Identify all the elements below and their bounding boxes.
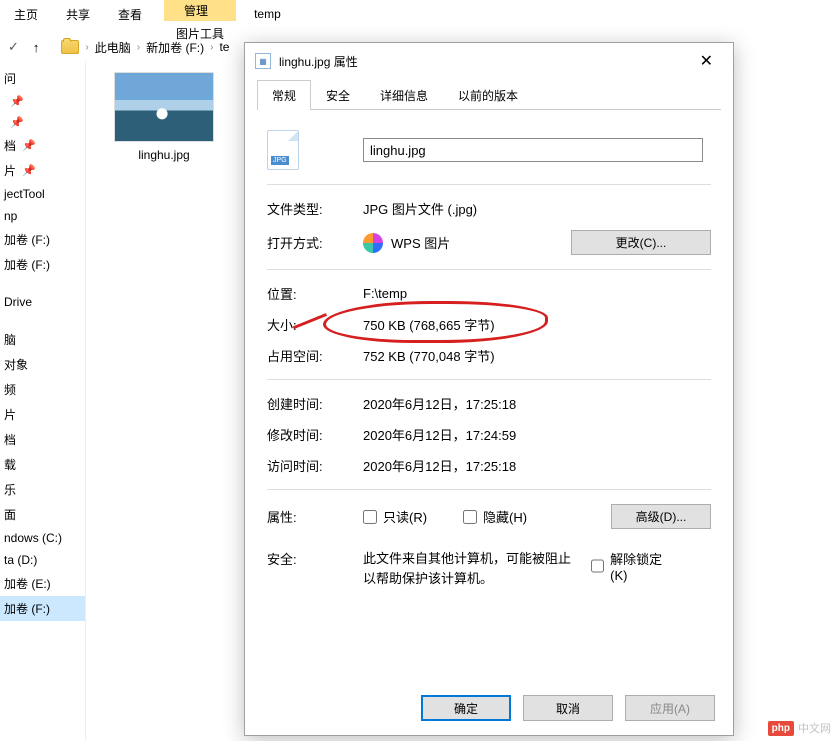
tab-general[interactable]: 常规	[257, 80, 311, 110]
nav-item[interactable]: 加卷 (F:)	[0, 227, 85, 252]
security-message: 此文件来自其他计算机，可能被阻止以帮助保护该计算机。	[363, 549, 573, 588]
nav-item[interactable]: 📌	[0, 112, 85, 133]
nav-up-icon[interactable]: ↑	[29, 40, 44, 55]
filename-input[interactable]	[363, 138, 703, 162]
folder-icon	[61, 40, 79, 54]
value-accessed: 2020年6月12日，17:25:18	[363, 456, 711, 475]
ok-button[interactable]: 确定	[421, 695, 511, 721]
watermark-text: 中文网	[798, 720, 831, 736]
label-security: 安全:	[267, 549, 363, 568]
chevron-right-icon: ›	[210, 42, 213, 53]
value-location: F:\temp	[363, 286, 711, 301]
chevron-right-icon: ›	[137, 42, 140, 53]
nav-item[interactable]: 问	[0, 66, 85, 91]
nav-item[interactable]: 对象	[0, 352, 85, 377]
nav-item[interactable]: 片	[0, 402, 85, 427]
hidden-checkbox[interactable]: 隐藏(H)	[463, 507, 527, 526]
nav-item[interactable]: 加卷 (E:)	[0, 571, 85, 596]
dialog-tabs: 常规 安全 详细信息 以前的版本	[257, 79, 721, 110]
dialog-title: linghu.jpg 属性	[271, 53, 690, 70]
value-sizeondisk: 752 KB (770,048 字节)	[363, 346, 711, 365]
breadcrumb-item[interactable]: 此电脑	[95, 39, 131, 56]
nav-item[interactable]: ndows (C:)	[0, 527, 85, 549]
ribbon-tab-share[interactable]: 共享	[52, 0, 104, 29]
label-filetype: 文件类型:	[267, 199, 363, 218]
cancel-button[interactable]: 取消	[523, 695, 613, 721]
label-sizeondisk: 占用空间:	[267, 346, 363, 365]
value-created: 2020年6月12日，17:25:18	[363, 394, 711, 413]
label-attributes: 属性:	[267, 507, 363, 526]
pin-icon: 📌	[22, 139, 36, 152]
nav-item[interactable]: 载	[0, 452, 85, 477]
watermark: php 中文网	[768, 720, 831, 736]
close-icon[interactable]: ✕	[690, 47, 723, 75]
address-label: temp	[236, 0, 291, 27]
ribbon-tab-home[interactable]: 主页	[0, 0, 52, 29]
breadcrumb-item[interactable]: te	[219, 40, 229, 54]
nav-back-icon[interactable]: ✓	[4, 39, 23, 55]
nav-item[interactable]: 加卷 (F:)	[0, 252, 85, 277]
ribbon-context-title: 管理	[164, 0, 236, 21]
ribbon: 主页 共享 查看 管理 图片工具 temp	[0, 0, 837, 32]
label-accessed: 访问时间:	[267, 456, 363, 475]
chevron-right-icon: ›	[85, 42, 88, 53]
tab-security[interactable]: 安全	[311, 80, 365, 110]
ribbon-tab-view[interactable]: 查看	[104, 0, 156, 29]
dialog-body: 文件类型: JPG 图片文件 (.jpg) 打开方式: WPS 图片 更改(C)…	[245, 110, 733, 608]
nav-item[interactable]: 档📌	[0, 133, 85, 158]
readonly-checkbox[interactable]: 只读(R)	[363, 507, 427, 526]
change-button[interactable]: 更改(C)...	[571, 230, 711, 255]
wps-icon	[363, 233, 383, 253]
tab-previous[interactable]: 以前的版本	[443, 80, 533, 110]
watermark-badge: php	[768, 721, 794, 736]
label-openwith: 打开方式:	[267, 233, 363, 252]
tab-details[interactable]: 详细信息	[365, 80, 443, 110]
value-openwith: WPS 图片	[391, 233, 450, 252]
nav-item[interactable]: 档	[0, 427, 85, 452]
image-file-icon: ▦	[255, 53, 271, 69]
value-modified: 2020年6月12日，17:24:59	[363, 425, 711, 444]
file-tile[interactable]: linghu.jpg	[110, 72, 218, 162]
breadcrumb-item[interactable]: 新加卷 (F:)	[146, 39, 204, 56]
nav-item[interactable]: 乐	[0, 477, 85, 502]
pin-icon: 📌	[22, 164, 36, 177]
jpg-file-icon	[267, 130, 299, 170]
value-filetype: JPG 图片文件 (.jpg)	[363, 199, 711, 218]
advanced-button[interactable]: 高级(D)...	[611, 504, 711, 529]
nav-item[interactable]: jectTool	[0, 183, 85, 205]
nav-item[interactable]: 面	[0, 502, 85, 527]
nav-item[interactable]: np	[0, 205, 85, 227]
label-location: 位置:	[267, 284, 363, 303]
pin-icon: 📌	[10, 116, 24, 129]
file-thumbnail	[114, 72, 214, 142]
nav-item[interactable]: 片📌	[0, 158, 85, 183]
apply-button[interactable]: 应用(A)	[625, 695, 715, 721]
value-size: 750 KB (768,665 字节)	[363, 315, 711, 334]
nav-item[interactable]: 📌	[0, 91, 85, 112]
label-modified: 修改时间:	[267, 425, 363, 444]
dialog-buttons: 确定 取消 应用(A)	[421, 695, 715, 721]
properties-dialog: ▦ linghu.jpg 属性 ✕ 常规 安全 详细信息 以前的版本 文件类型:…	[244, 42, 734, 736]
nav-item[interactable]: ta (D:)	[0, 549, 85, 571]
pin-icon: 📌	[10, 95, 24, 108]
nav-item[interactable]: 频	[0, 377, 85, 402]
dialog-titlebar[interactable]: ▦ linghu.jpg 属性 ✕	[245, 43, 733, 79]
label-created: 创建时间:	[267, 394, 363, 413]
nav-item[interactable]: 脑	[0, 327, 85, 352]
nav-item[interactable]: 加卷 (F:)	[0, 596, 85, 621]
nav-tree[interactable]: 问 📌 📌 档📌 片📌 jectTool np 加卷 (F:) 加卷 (F:) …	[0, 62, 86, 741]
unlock-checkbox[interactable]: 解除锁定(K)	[591, 549, 675, 583]
nav-item[interactable]: Drive	[0, 291, 85, 313]
file-name: linghu.jpg	[110, 142, 218, 162]
